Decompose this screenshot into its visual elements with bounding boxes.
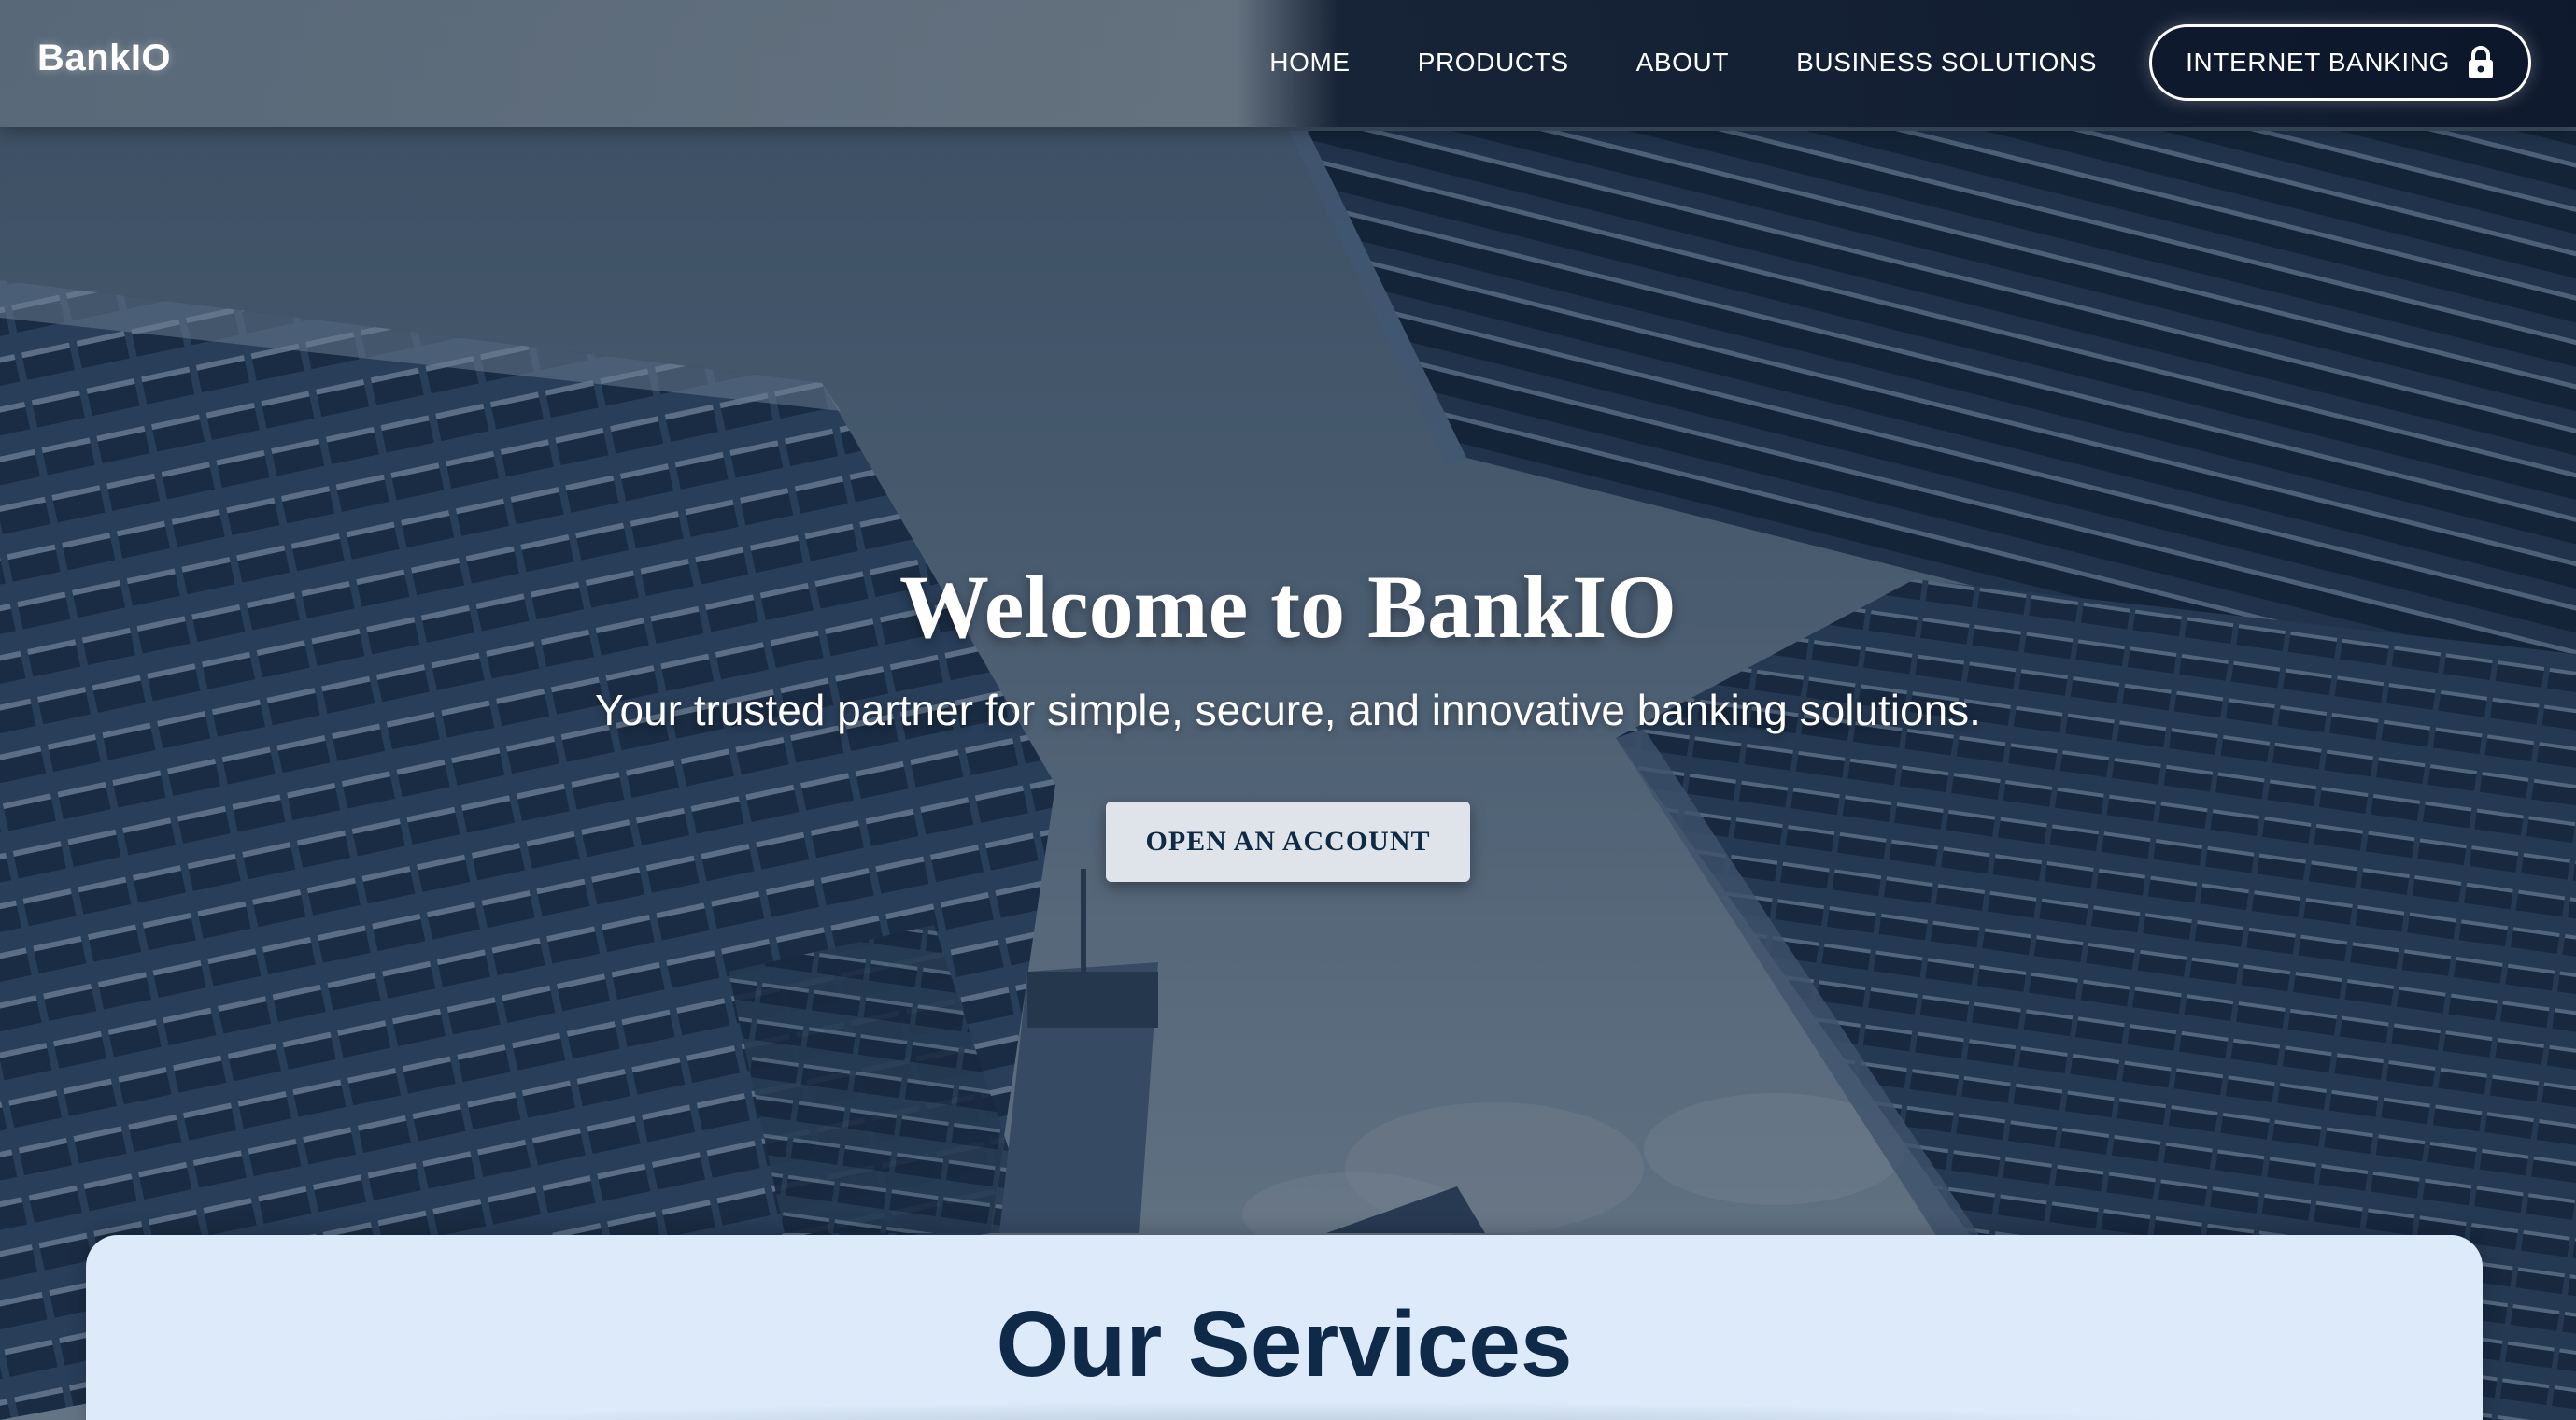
brand-logo[interactable]: BankIO: [37, 37, 171, 79]
services-section: Our Services: [86, 1235, 2483, 1420]
hero-title: Welcome to BankIO: [899, 557, 1677, 657]
services-inner-shadow: [329, 1401, 2243, 1420]
internet-banking-label: INTERNET BANKING: [2186, 48, 2450, 77]
nav-business-solutions-link[interactable]: BUSINESS SOLUTIONS: [1796, 48, 2097, 78]
nav-about-link[interactable]: ABOUT: [1636, 48, 1729, 78]
nav-links: HOME PRODUCTS ABOUT BUSINESS SOLUTIONS I…: [1269, 24, 2531, 101]
nav-products-link[interactable]: PRODUCTS: [1418, 48, 1569, 78]
open-account-button[interactable]: OPEN AN ACCOUNT: [1106, 802, 1470, 882]
internet-banking-button[interactable]: INTERNET BANKING: [2149, 24, 2531, 101]
top-navbar: BankIO HOME PRODUCTS ABOUT BUSINESS SOLU…: [0, 0, 2576, 127]
nav-home-link[interactable]: HOME: [1269, 48, 1350, 78]
lock-icon: [2469, 46, 2493, 78]
hero-content: Welcome to BankIO Your trusted partner f…: [0, 551, 2576, 882]
hero-subtitle: Your trusted partner for simple, secure,…: [595, 686, 1981, 734]
services-title: Our Services: [996, 1292, 1573, 1397]
